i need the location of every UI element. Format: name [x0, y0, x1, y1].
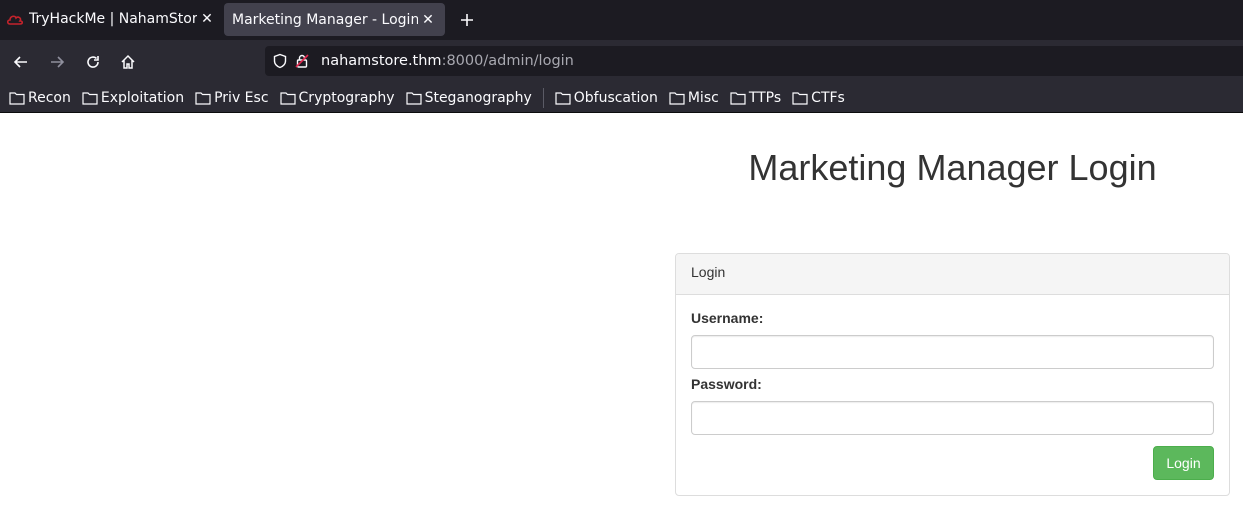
username-label: Username:: [691, 310, 764, 326]
folder-icon: [195, 91, 211, 105]
bookmark-label: TTPs: [748, 89, 782, 106]
tab-title: Marketing Manager - Login: [232, 11, 418, 28]
folder-icon: [730, 91, 746, 105]
new-tab-button[interactable]: [456, 9, 478, 31]
bookmark-obfuscation[interactable]: Obfuscation: [555, 90, 658, 106]
bookmark-ctfs[interactable]: CTFs: [792, 90, 845, 106]
panel-heading: Login: [676, 254, 1229, 295]
shield-icon[interactable]: [271, 52, 289, 70]
bookmark-label: Priv Esc: [214, 89, 269, 106]
url-path: :8000/admin/login: [441, 53, 574, 69]
page-content: Marketing Manager Login Login Username: …: [0, 113, 1243, 510]
arrow-right-icon: [51, 56, 65, 68]
bookmark-ttps[interactable]: TTPs: [730, 90, 781, 106]
login-button[interactable]: Login: [1153, 446, 1214, 480]
bookmark-label: Recon: [28, 89, 71, 106]
folder-icon: [669, 91, 685, 105]
url-host: nahamstore.thm: [321, 53, 442, 69]
back-button[interactable]: [9, 50, 33, 74]
login-panel: Login Username: Password: Login: [675, 253, 1230, 496]
arrow-left-icon: [13, 56, 27, 68]
home-icon: [121, 54, 135, 69]
bookmark-label: Exploitation: [100, 89, 185, 106]
bookmark-label: CTFs: [811, 89, 845, 106]
folder-icon: [9, 91, 25, 105]
reload-button[interactable]: [81, 50, 105, 74]
bookmark-label: Misc: [687, 89, 719, 106]
bookmarks-toolbar: Recon Exploitation Priv Esc Cryptography…: [0, 83, 1243, 113]
username-input[interactable]: [691, 335, 1214, 369]
bookmark-cryptography[interactable]: Cryptography: [279, 89, 395, 106]
bookmark-label: Steganography: [424, 89, 532, 106]
bookmark-priv-esc[interactable]: Priv Esc: [195, 89, 269, 106]
tab-marketing-login[interactable]: Marketing Manager - Login ✕: [224, 3, 445, 36]
forward-button[interactable]: [45, 50, 69, 74]
plus-icon: [461, 14, 473, 26]
folder-icon: [792, 91, 808, 105]
bookmark-misc[interactable]: Misc: [669, 90, 719, 106]
folder-icon: [405, 91, 422, 105]
home-button[interactable]: [116, 50, 140, 74]
reload-icon: [87, 56, 99, 68]
close-icon[interactable]: ✕: [199, 11, 215, 27]
bookmarks-separator: [542, 87, 544, 108]
folder-icon: [279, 91, 296, 105]
close-icon[interactable]: ✕: [420, 12, 436, 28]
tab-tryhackme[interactable]: TryHackMe | NahamStore ✕: [0, 0, 216, 38]
url-text[interactable]: nahamstore.thm:8000/admin/login: [321, 53, 574, 69]
bookmark-label: Cryptography: [298, 89, 395, 106]
insecure-lock-icon[interactable]: [293, 52, 311, 70]
password-label: Password:: [691, 376, 762, 392]
folder-icon: [82, 91, 98, 105]
cloud-icon: [6, 10, 24, 28]
tab-bar: TryHackMe | NahamStore ✕ Marketing Manag…: [0, 0, 1243, 40]
page-title: Marketing Manager Login: [748, 147, 1157, 188]
url-bar[interactable]: nahamstore.thm:8000/admin/login: [265, 46, 1243, 76]
bookmark-label: Obfuscation: [573, 89, 658, 106]
folder-icon: [555, 91, 571, 105]
bookmark-steganography[interactable]: Steganography: [405, 89, 532, 106]
password-input[interactable]: [691, 401, 1214, 435]
bookmark-recon[interactable]: Recon: [9, 90, 71, 106]
bookmark-exploitation[interactable]: Exploitation: [82, 90, 184, 106]
tab-title: TryHackMe | NahamStore: [29, 11, 197, 27]
